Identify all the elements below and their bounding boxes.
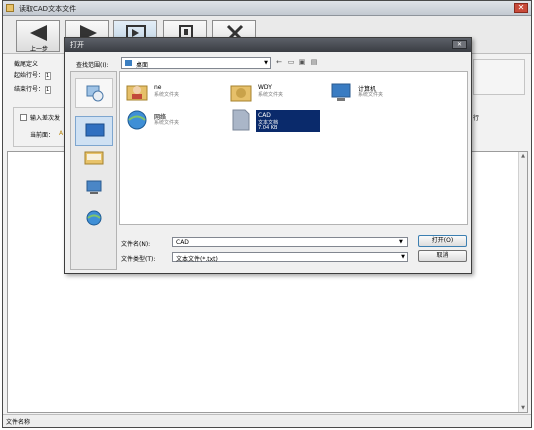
current-face-value: A: [59, 130, 64, 137]
file-type-label: 文件类型(T):: [121, 256, 156, 263]
previous-step-button[interactable]: 上一步: [16, 20, 60, 53]
cancel-button[interactable]: 取消: [418, 250, 467, 262]
input-option-checkbox[interactable]: [20, 114, 27, 121]
views-menu-icon[interactable]: ▤: [309, 57, 319, 68]
file-type: 系统文件夹: [154, 120, 180, 126]
back-icon[interactable]: ←: [274, 57, 284, 68]
chevron-down-icon: ▼: [401, 254, 405, 260]
scroll-up-icon[interactable]: ▲: [520, 153, 526, 159]
folder-icon: [230, 85, 252, 102]
file-name: WDY: [258, 84, 272, 91]
start-row-input[interactable]: 1: [45, 71, 52, 80]
up-folder-icon[interactable]: ▭: [286, 57, 296, 68]
file-list[interactable]: ne 系统文件夹 WDY 系统文件夹 计算机 系统文件夹 网络 系统文件夹 CA…: [119, 71, 468, 225]
computer-icon: [86, 180, 102, 194]
end-row-input[interactable]: 1: [45, 85, 52, 94]
look-in-label: 查找范围(I):: [76, 62, 109, 69]
input-option-label: 输入差次发: [30, 115, 61, 122]
end-row: 结束行号： 1: [14, 84, 52, 94]
range-group-title: 截尾定义: [14, 61, 39, 68]
look-in-value: 桌面: [136, 62, 149, 69]
file-name-label: 文件名(N):: [121, 241, 151, 248]
dialog-titlebar: 打开 ✕: [65, 38, 471, 52]
file-type: 系统文件夹: [258, 92, 284, 98]
chevron-down-icon[interactable]: ▼: [399, 239, 403, 245]
file-name: ne: [154, 84, 162, 91]
text-document-icon: [232, 109, 250, 131]
new-folder-icon[interactable]: ▣: [297, 57, 307, 68]
file-item[interactable]: ne 系统文件夹: [126, 80, 216, 106]
start-row-label: 起始行号：: [14, 72, 45, 79]
file-type-dropdown[interactable]: 文本文件(*.txt) ▼: [172, 252, 408, 263]
desktop-icon: [125, 60, 132, 66]
status-bar: 文件名称: [3, 414, 531, 427]
dialog-title: 打开: [70, 41, 84, 49]
main-titlebar: 读取CAD文本文件 ✕: [3, 1, 531, 16]
end-row-label: 结束行号：: [14, 86, 45, 93]
computer-icon: [331, 83, 351, 101]
scroll-down-icon[interactable]: ▼: [520, 405, 526, 411]
file-type: 系统文件夹: [154, 92, 180, 98]
dialog-close-button[interactable]: ✕: [452, 40, 467, 49]
place-network[interactable]: [84, 209, 104, 227]
status-text: 文件名称: [6, 419, 31, 426]
places-bar: [70, 71, 117, 270]
network-icon: [127, 110, 147, 130]
close-window-button[interactable]: ✕: [514, 3, 528, 13]
vertical-scrollbar[interactable]: ▲ ▼: [518, 152, 527, 412]
app-icon: [6, 4, 14, 12]
place-recent[interactable]: [75, 78, 113, 108]
open-button[interactable]: 打开(O): [418, 235, 467, 247]
file-item[interactable]: 计算机 系统文件夹: [330, 80, 430, 106]
file-type: 系统文件夹: [358, 92, 384, 98]
file-type-value: 文本文件(*.txt): [176, 256, 218, 263]
user-folder-icon: [126, 85, 148, 101]
recent-places-icon: [86, 85, 104, 102]
chevron-down-icon: ▼: [264, 60, 268, 66]
place-computer[interactable]: [84, 179, 104, 197]
desktop-icon: [85, 123, 105, 137]
file-name-input[interactable]: [172, 237, 408, 247]
file-name: CAD: [258, 112, 271, 119]
previous-step-label: 上一步: [29, 46, 48, 53]
start-row: 起始行号： 1: [14, 70, 52, 80]
file-item-selected[interactable]: CAD 文本文档 7.04 KB: [230, 108, 322, 134]
arrow-left-icon: [30, 25, 47, 41]
file-size: 7.04 KB: [258, 125, 278, 131]
look-in-dropdown[interactable]: 桌面 ▼: [121, 57, 271, 69]
network-icon: [86, 210, 102, 226]
open-file-dialog: 打开 ✕ 查找范围(I): 桌面 ▼ ← ▭ ▣ ▤ ne 系统文件夹 WDY …: [64, 37, 472, 274]
row-option-label: 行: [473, 115, 480, 122]
window-title: 读取CAD文本文件: [19, 5, 77, 13]
file-item[interactable]: 网络 系统文件夹: [126, 108, 216, 134]
place-documents[interactable]: [84, 148, 104, 166]
file-item[interactable]: WDY 系统文件夹: [230, 80, 320, 106]
current-face-label: 当前面：: [30, 132, 55, 139]
right-options-group: [473, 59, 525, 95]
place-desktop[interactable]: [75, 116, 113, 146]
documents-folder-icon: [84, 151, 104, 165]
